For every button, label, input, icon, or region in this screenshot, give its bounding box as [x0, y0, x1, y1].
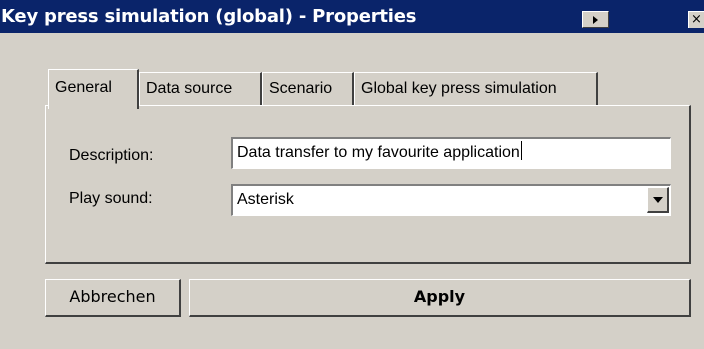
- window-title: Key press simulation (global) - Properti…: [1, 6, 417, 27]
- cancel-button[interactable]: Abbrechen: [45, 279, 181, 317]
- tab-panel-general: Description: Data transfer to my favouri…: [45, 105, 691, 264]
- text-caret: [520, 141, 522, 160]
- tab-scenario[interactable]: Scenario: [262, 72, 354, 106]
- apply-button[interactable]: Apply: [189, 279, 691, 317]
- play-sound-label: Play sound:: [69, 190, 153, 207]
- triangle-right-icon: [593, 16, 598, 24]
- tab-label: Global key press simulation: [361, 80, 557, 97]
- tab-general[interactable]: General: [48, 69, 139, 109]
- tab-data-source[interactable]: Data source: [139, 72, 262, 106]
- close-button[interactable]: ×: [688, 11, 704, 28]
- play-sound-select[interactable]: Asterisk: [231, 184, 671, 216]
- play-sound-value: Asterisk: [237, 191, 294, 208]
- tab-label: Data source: [146, 80, 233, 97]
- window-menu-button[interactable]: [582, 11, 609, 28]
- description-input[interactable]: Data transfer to my favourite applicatio…: [231, 137, 671, 169]
- chevron-down-icon: [653, 197, 663, 203]
- dropdown-button[interactable]: [647, 187, 669, 213]
- description-label: Description:: [69, 147, 154, 164]
- tab-label: General: [55, 79, 112, 96]
- description-value: Data transfer to my favourite applicatio…: [237, 144, 520, 161]
- title-bar: Key press simulation (global) - Properti…: [0, 0, 704, 33]
- tab-label: Scenario: [269, 80, 333, 97]
- tab-global-key-press-simulation[interactable]: Global key press simulation: [354, 72, 598, 106]
